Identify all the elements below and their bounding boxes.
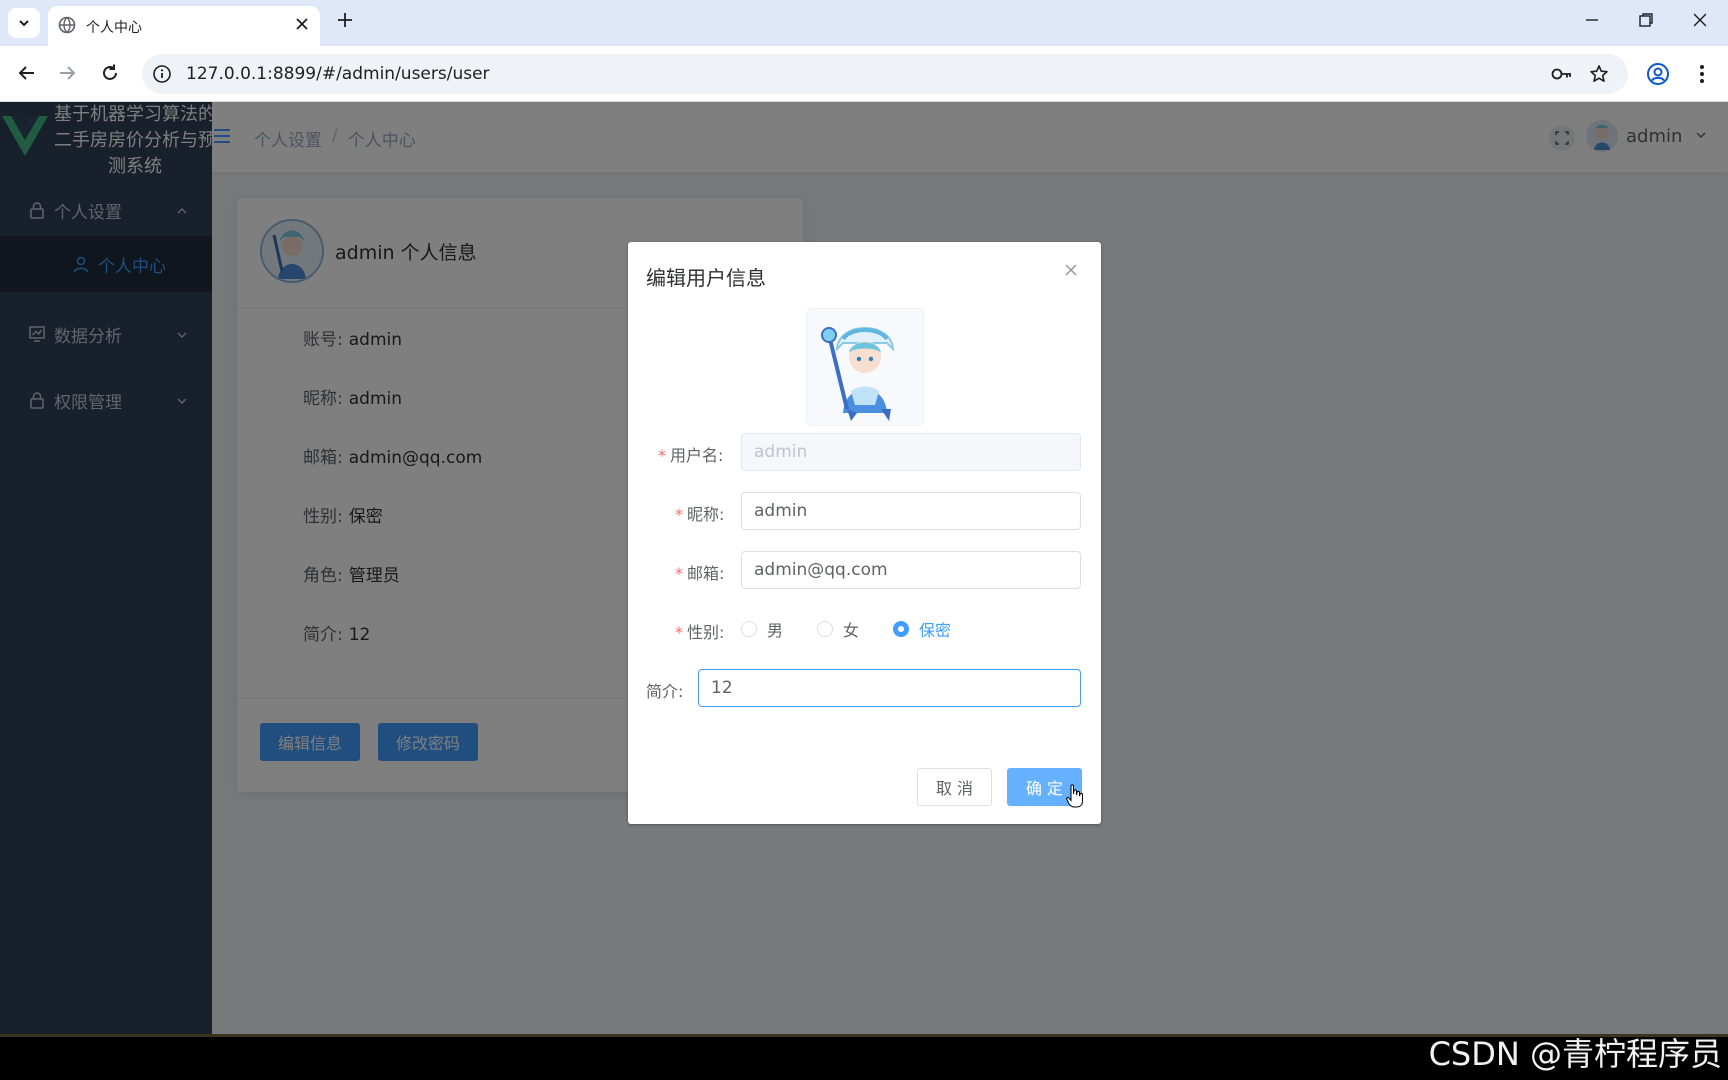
- globe-icon: [58, 16, 76, 38]
- close-window-icon[interactable]: [1690, 10, 1710, 34]
- form-row-gender: * 性别: 男 女 保密: [628, 610, 1101, 648]
- email-input[interactable]: [741, 551, 1081, 589]
- radio-dot: [893, 621, 910, 637]
- minimize-icon[interactable]: [1582, 10, 1602, 34]
- gender-radio-male[interactable]: 男: [741, 617, 783, 641]
- app-viewport: 基于机器学习算法的二手房房价分析与预测系统 个人设置 个人中心 数据分析: [0, 102, 1728, 1034]
- tab-title: 个人中心: [86, 20, 142, 36]
- nickname-label: * 昵称:: [675, 505, 725, 524]
- required-asterisk: *: [658, 446, 666, 465]
- edit-user-dialog: 编辑用户信息 * 用户名: admin * 昵称: admin * 邮箱: ad…: [628, 242, 1101, 824]
- gender-radio-secret[interactable]: 保密: [893, 617, 951, 641]
- nickname-input[interactable]: [741, 492, 1081, 530]
- dialog-title: 编辑用户信息: [646, 266, 766, 290]
- forward-arrow-icon[interactable]: [56, 62, 78, 88]
- required-asterisk: *: [675, 564, 683, 583]
- tab-search-button[interactable]: [8, 8, 40, 38]
- profile-icon[interactable]: [1646, 62, 1670, 90]
- reload-icon[interactable]: [99, 62, 121, 88]
- close-icon[interactable]: [1063, 262, 1079, 282]
- star-icon[interactable]: [1589, 64, 1609, 88]
- gender-radio-female[interactable]: 女: [817, 617, 859, 641]
- radio-dot: [817, 621, 834, 637]
- url-field[interactable]: 127.0.0.1:8899/#/admin/users/user: [142, 54, 1628, 94]
- browser-tab-bar: 个人中心: [0, 0, 1728, 46]
- required-asterisk: *: [675, 623, 683, 642]
- site-info-icon[interactable]: [152, 64, 172, 88]
- bio-input[interactable]: [698, 669, 1081, 707]
- form-row-username: * 用户名:: [628, 433, 1101, 471]
- password-key-icon[interactable]: [1550, 64, 1574, 88]
- email-label: * 邮箱:: [675, 564, 725, 583]
- url-text: 127.0.0.1:8899/#/admin/users/user: [186, 64, 490, 84]
- gender-label: * 性别:: [675, 623, 725, 642]
- bio-label: 简介:: [646, 682, 684, 701]
- back-arrow-icon[interactable]: [16, 62, 38, 88]
- form-row-bio: 简介:: [628, 669, 1101, 707]
- restore-icon[interactable]: [1636, 10, 1656, 34]
- watermark-text: CSDN @青柠程序员: [1428, 1035, 1722, 1073]
- cancel-button[interactable]: 取 消: [917, 768, 992, 806]
- close-tab-icon[interactable]: [292, 14, 312, 38]
- gender-radio-group: 男 女 保密: [741, 610, 985, 648]
- browser-tab[interactable]: 个人中心: [48, 6, 320, 46]
- new-tab-icon[interactable]: [335, 10, 355, 34]
- more-menu-icon[interactable]: [1692, 62, 1712, 90]
- username-label: * 用户名:: [658, 446, 724, 465]
- hand-cursor-icon: [1066, 784, 1084, 812]
- form-row-nickname: * 昵称:: [628, 492, 1101, 530]
- chevron-down-icon: [19, 20, 29, 27]
- address-bar-row: 127.0.0.1:8899/#/admin/users/user: [0, 46, 1728, 102]
- form-row-email: * 邮箱:: [628, 551, 1101, 589]
- avatar-upload[interactable]: [806, 308, 924, 426]
- required-asterisk: *: [675, 505, 683, 524]
- username-input: [741, 433, 1081, 471]
- radio-dot: [741, 621, 757, 637]
